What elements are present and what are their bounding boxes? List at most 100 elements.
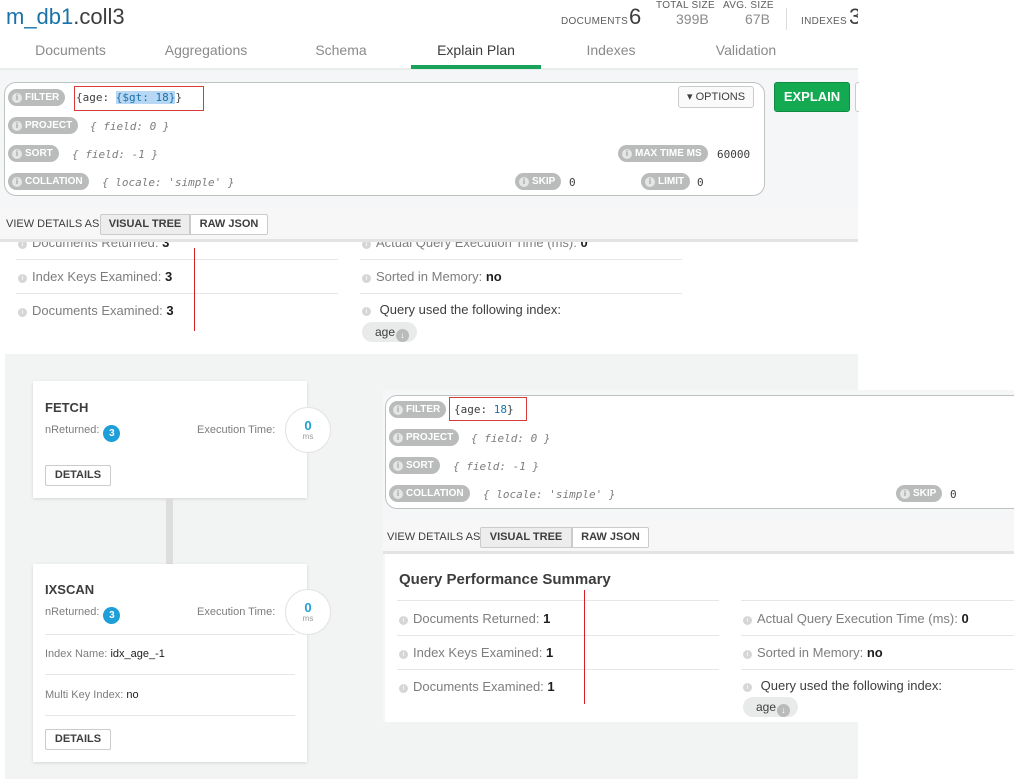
db-name: m_db1 — [6, 4, 74, 29]
info-icon: i — [362, 242, 371, 249]
documents-count: 6 — [629, 4, 642, 29]
index-used-label: Query used the following index: — [760, 678, 943, 693]
sort-input[interactable]: { field: -1 } — [72, 148, 158, 161]
project-input[interactable]: { field: 0 } — [90, 120, 169, 133]
fetch-stage-card[interactable]: FETCH nReturned: 3 Execution Time: DETAIL… — [33, 381, 307, 498]
maxtime-label-text: MAX TIME MS — [635, 148, 702, 159]
index-used-label: Query used the following index: — [379, 302, 562, 317]
filter-label-text: FILTER — [25, 92, 60, 103]
skip-input[interactable]: 0 — [569, 176, 576, 189]
sorted-label: Sorted in Memory: — [757, 645, 864, 660]
annotation-line — [194, 248, 195, 331]
index-name-row: Index Name: idx_age_-1 — [45, 648, 165, 660]
info-icon: i — [18, 242, 27, 249]
index-chip[interactable]: age ↓ — [743, 697, 799, 717]
filter-value[interactable]: {age: 18} — [454, 403, 514, 416]
divider — [397, 669, 719, 670]
indexes-label: INDEXES — [801, 16, 848, 27]
tab-indexes[interactable]: Indexes — [546, 42, 676, 58]
details-button[interactable]: DETAILS — [45, 729, 111, 750]
raw-json-toggle[interactable]: RAW JSON — [190, 214, 268, 235]
docs-returned-label: Documents Returned: — [413, 611, 540, 626]
divider — [360, 293, 682, 294]
docs-examined-value: 1 — [547, 679, 555, 694]
sorted-value: no — [866, 645, 883, 660]
avg-size-value: 67B — [745, 11, 770, 27]
sorted-label: Sorted in Memory: — [376, 269, 483, 284]
docs-examined-label: Documents Examined: — [413, 679, 544, 694]
exec-time-label: Execution Time: — [197, 424, 276, 436]
explain-button[interactable]: EXPLAIN — [774, 82, 850, 112]
sorted-value: no — [485, 269, 502, 284]
index-used-row: i Query used the following index: — [362, 302, 561, 317]
reset-button-edge[interactable] — [855, 82, 859, 112]
exec-time-circle: 0 ms — [285, 407, 331, 453]
tab-validation[interactable]: Validation — [681, 42, 811, 58]
skip-label: i SKIP — [896, 485, 943, 502]
summary-panel: i Documents Returned: 3 i Actual Query Exe… — [5, 242, 858, 354]
exec-time-value: 0 — [961, 611, 969, 626]
info-icon: i — [362, 274, 371, 283]
ixscan-stage-card[interactable]: IXSCAN nReturned: 3 Execution Time: Index… — [33, 564, 307, 762]
stage-title: FETCH — [45, 400, 89, 415]
raw-json-toggle[interactable]: RAW JSON — [572, 527, 649, 548]
stage-connector — [166, 498, 173, 564]
info-icon: i — [399, 684, 408, 693]
collation-input[interactable]: { locale: 'simple' } — [483, 488, 615, 501]
tab-explain-plan[interactable]: Explain Plan — [411, 42, 541, 58]
index-chip[interactable]: age ↓ — [362, 322, 418, 342]
project-input[interactable]: { field: 0 } — [471, 432, 550, 445]
docs-examined-label: Documents Examined: — [32, 303, 163, 318]
collation-input[interactable]: { locale: 'simple' } — [102, 176, 234, 189]
exec-time-label: Execution Time: — [197, 606, 276, 618]
avg-size-label: AVG. SIZE — [723, 0, 774, 11]
options-button[interactable]: ▾ OPTIONS — [678, 86, 755, 108]
limit-input[interactable]: 0 — [697, 176, 704, 189]
docs-returned-value: 1 — [543, 611, 551, 626]
skip-label-text: SKIP — [532, 176, 556, 187]
filter-value[interactable]: {age: {$gt: 18}} — [76, 91, 182, 104]
divider — [45, 715, 295, 716]
skip-label-text: SKIP — [913, 488, 937, 499]
maxtime-input[interactable]: 60000 — [717, 148, 750, 161]
filter-label-text: FILTER — [406, 404, 441, 415]
collation-label: i COLLATION — [389, 485, 470, 502]
collection-name: .coll3 — [73, 4, 125, 29]
exec-time-label: Actual Query Execution Time (ms): — [757, 611, 958, 626]
index-used-row: i Query used the following index: — [743, 678, 942, 693]
info-icon: i — [393, 489, 403, 499]
collation-label: i COLLATION — [8, 173, 89, 190]
collation-label-text: COLLATION — [406, 488, 464, 499]
tab-schema[interactable]: Schema — [276, 42, 406, 58]
info-icon: i — [399, 650, 408, 659]
exec-time-circle: 0 ms — [285, 589, 331, 635]
project-label-text: PROJECT — [406, 432, 454, 443]
visual-tree-toggle[interactable]: VISUAL TREE — [480, 527, 572, 548]
indexes-count: 3 — [849, 4, 858, 29]
skip-input[interactable]: 0 — [950, 488, 957, 501]
project-label: i PROJECT — [8, 117, 79, 134]
collation-label-text: COLLATION — [25, 176, 83, 187]
visual-tree-toggle[interactable]: VISUAL TREE — [100, 214, 190, 235]
keys-examined-row: i Index Keys Examined: 1 — [399, 645, 553, 660]
options-label: OPTIONS — [695, 91, 746, 103]
divider — [397, 635, 719, 636]
divider — [16, 259, 338, 260]
exec-time-value: 0 — [304, 418, 312, 433]
nreturned-label: nReturned: — [45, 606, 100, 618]
tab-aggregations[interactable]: Aggregations — [141, 42, 271, 58]
sort-label: i SORT — [389, 457, 440, 474]
project-label-text: PROJECT — [25, 120, 73, 131]
nreturned-badge: 3 — [103, 425, 121, 442]
details-button[interactable]: DETAILS — [45, 465, 111, 486]
active-tab-indicator — [411, 65, 541, 69]
info-icon: i — [12, 177, 22, 187]
multikey-row: Multi Key Index: no — [45, 689, 139, 701]
info-icon: i — [18, 308, 27, 317]
info-icon: i — [12, 149, 22, 159]
info-icon: i — [12, 121, 22, 131]
sort-input[interactable]: { field: -1 } — [453, 460, 539, 473]
tab-documents[interactable]: Documents — [0, 42, 141, 58]
filter-label: i FILTER — [389, 401, 447, 418]
nreturned-row: nReturned: 3 — [45, 606, 121, 624]
